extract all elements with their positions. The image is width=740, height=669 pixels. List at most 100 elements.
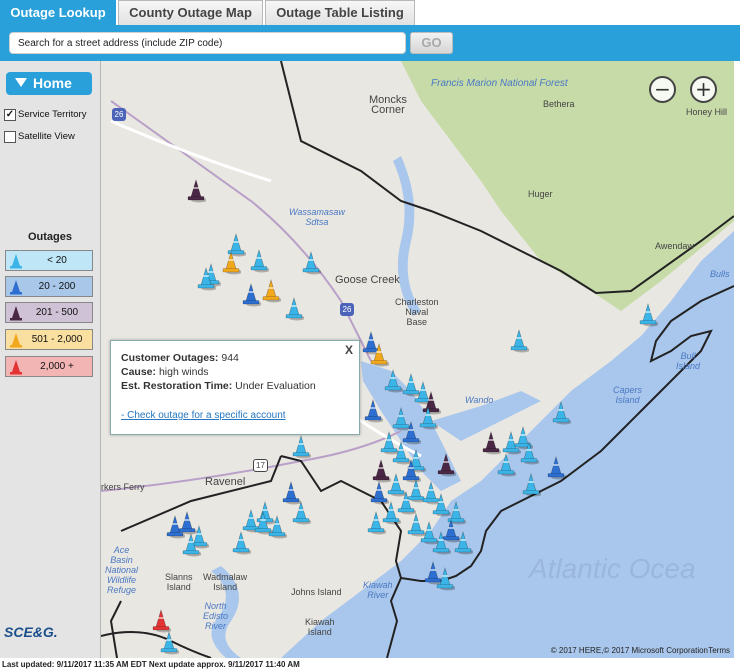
outage-cone-icon[interactable] [249,249,269,273]
popup-restoration: Est. Restoration Time: Under Evaluation [121,379,349,393]
outage-cone-icon[interactable] [521,473,541,497]
popup-cause: Cause: high winds [121,365,349,379]
outage-cone-icon[interactable] [186,179,206,203]
cause-value: high winds [158,366,209,378]
map-label-johns-island: Johns Island [291,587,342,597]
go-button[interactable]: GO [410,32,453,54]
outage-cone-icon[interactable] [261,279,281,303]
outages-legend-title: Outages [27,231,72,243]
map-label-national-forest: Francis Marion National Forest [431,78,568,89]
tab-outage-table-listing[interactable]: Outage Table Listing [265,0,415,25]
map-copyright: © 2017 HERE,© 2017 Microsoft Corporation [550,646,708,655]
satellite-view-checkbox[interactable] [4,131,16,143]
map-label-kiawah-island: Kiawah Island [305,617,335,637]
us-17-shield: 17 [253,459,268,472]
satellite-view-label: Satellite View [18,131,75,142]
map-label-wadmalaw-island: Wadmalaw Island [203,572,248,592]
close-popup-button[interactable]: X [345,343,353,357]
address-search-input[interactable] [9,32,406,54]
legend-label: < 20 [47,255,67,266]
legend-label: 20 - 200 [38,281,76,292]
outage-cone-icon[interactable] [366,511,386,535]
search-bar: GO [0,25,740,61]
legend-item-under-20: < 20 [5,250,93,271]
cone-icon [10,280,22,295]
outage-cone-icon[interactable] [638,303,658,327]
legend-item-20-200: 20 - 200 [5,276,93,297]
outage-cone-icon[interactable] [284,297,304,321]
legend-label: 2,000 + [40,361,74,372]
map-label-ravenel: Ravenel [205,476,246,488]
outage-cone-icon[interactable] [551,401,571,425]
interstate-26-shield: 26 [340,303,354,316]
map-label-wando: Wando [465,395,494,405]
legend-label: 201 - 500 [35,307,79,318]
map-label-kiawah-river: Kiawah River [363,580,393,600]
outage-cone-icon[interactable] [435,567,455,591]
map-label-parkers-ferry: rkers Ferry [101,482,145,492]
map-label-bulls: Bulls [710,269,730,279]
zoom-in-button[interactable]: + [690,76,717,103]
home-button[interactable]: Home [6,72,92,95]
map-label-capers-island: Capers Island [613,385,643,405]
popup-customer-outages: Customer Outages: 944 [121,351,349,365]
outage-cone-icon[interactable] [509,329,529,353]
map-label-honey-hill: Honey Hill [686,107,728,117]
map-label-atlantic-ocean: Atlantic Ocea [529,553,696,584]
outage-cone-icon[interactable] [181,533,201,557]
restoration-value: Under Evaluation [235,380,316,392]
zoom-out-button[interactable]: − [649,76,676,103]
outage-cone-icon[interactable] [291,501,311,525]
service-territory-label: Service Territory [18,109,87,120]
check-account-link[interactable]: - Check outage for a specific account [121,409,286,423]
outage-cone-icon[interactable] [546,456,566,480]
outage-cone-icon[interactable] [267,515,287,539]
legend-label: 501 - 2,000 [31,334,83,345]
cone-icon [10,306,22,321]
tab-bar: Outage Lookup County Outage Map Outage T… [0,0,740,26]
chevron-down-icon [15,78,27,87]
map-label-slanns-island: Slanns Island [165,572,193,592]
sidebar: Home ✓ Service Territory Satellite View O… [0,61,101,658]
cone-icon [10,333,22,348]
outage-cone-icon[interactable] [196,267,216,291]
outage-cone-icon[interactable] [241,283,261,307]
map-label-huger: Huger [528,189,553,199]
outage-cone-icon[interactable] [519,441,539,465]
terms-link[interactable]: Terms [708,646,730,655]
restoration-label: Est. Restoration Time: [121,380,233,392]
tab-outage-lookup[interactable]: Outage Lookup [0,0,116,26]
cone-icon [10,254,22,269]
outage-cone-icon[interactable] [159,631,179,655]
satellite-view-toggle[interactable]: Satellite View [4,130,75,144]
service-territory-toggle[interactable]: ✓ Service Territory [4,108,86,122]
legend-item-501-2000: 501 - 2,000 [5,329,93,350]
last-updated-status: Last updated: 9/11/2017 11:35 AM EDT Nex… [2,660,300,669]
outage-cone-icon[interactable] [481,431,501,455]
map-label-bethera: Bethera [543,99,575,109]
outage-info-popup: X Customer Outages: 944 Cause: high wind… [110,340,360,435]
legend-item-201-500: 201 - 500 [5,302,93,323]
outage-cone-icon[interactable] [369,343,389,367]
outage-cone-icon[interactable] [383,369,403,393]
outage-cone-icon[interactable] [363,399,383,423]
map-label-charleston-naval-base: Charleston Naval Base [395,297,439,327]
outage-cone-icon[interactable] [436,453,456,477]
outage-cone-icon[interactable] [221,251,241,275]
service-territory-checkbox[interactable]: ✓ [4,109,16,121]
outage-cone-icon[interactable] [418,406,438,430]
map-label-goose-creek: Goose Creek [335,274,400,286]
cone-icon [10,360,22,375]
outage-cone-icon[interactable] [151,609,171,633]
outage-cone-icon[interactable] [453,531,473,555]
tab-county-outage-map[interactable]: County Outage Map [118,0,263,25]
outage-cone-icon[interactable] [431,531,451,555]
outage-cone-icon[interactable] [301,251,321,275]
outage-cone-icon[interactable] [231,531,251,555]
legend-item-2000-plus: 2,000 + [5,356,93,377]
sceg-logo: SCE&G. [4,624,58,640]
outage-cone-icon[interactable] [496,453,516,477]
home-button-label: Home [33,75,72,91]
map-label-ace-basin: Ace Basin National Wildlife Refuge [105,545,139,595]
outage-cone-icon[interactable] [291,435,311,459]
